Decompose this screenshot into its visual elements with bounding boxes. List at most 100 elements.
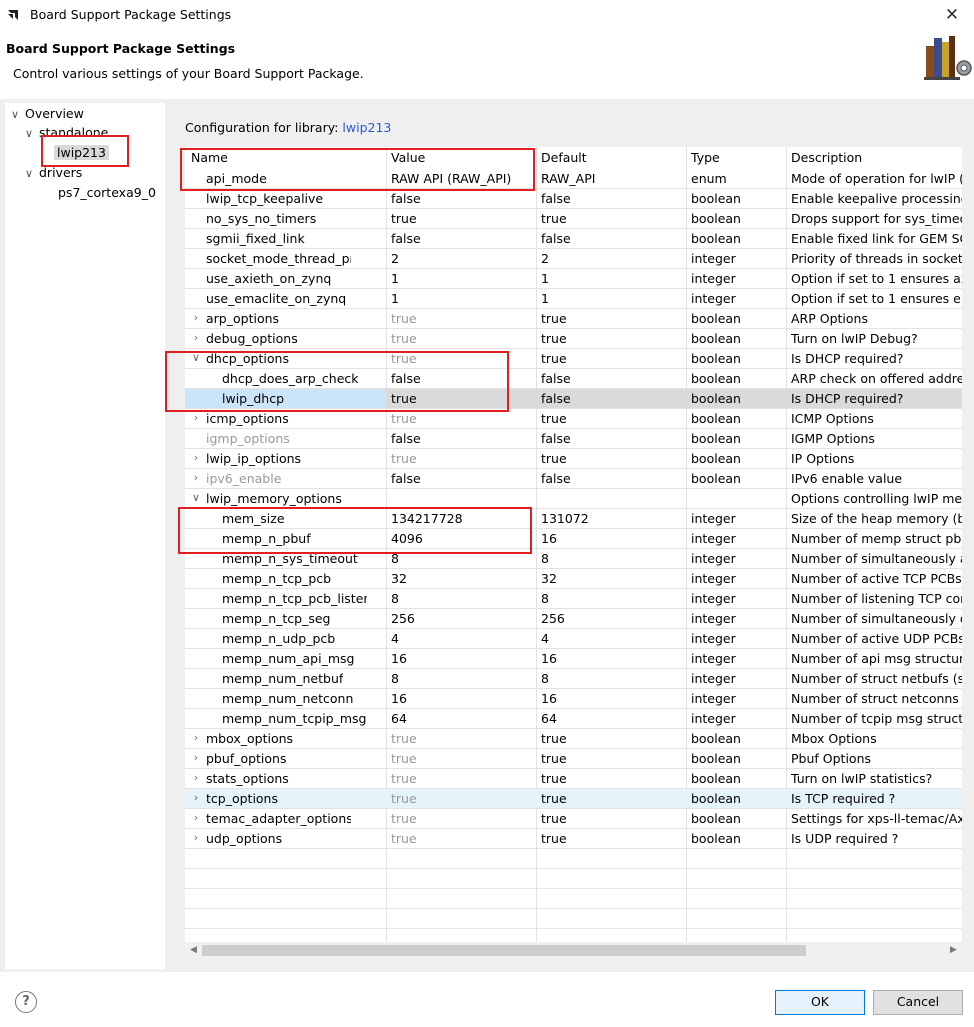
cell-value[interactable]: true [391, 731, 417, 746]
cell-value[interactable]: false [391, 191, 421, 206]
column-header-default[interactable]: Default [541, 150, 587, 165]
horizontal-scrollbar[interactable]: ◀ ▶ [185, 942, 962, 959]
chevron-down-icon[interactable]: ∨ [25, 165, 39, 183]
chevron-down-icon[interactable]: ∨ [190, 351, 202, 364]
chevron-right-icon[interactable]: › [190, 771, 202, 784]
chevron-right-icon[interactable]: › [190, 471, 202, 484]
cell-value[interactable]: 16 [391, 651, 407, 666]
scrollbar-thumb[interactable] [202, 945, 806, 956]
table-row[interactable]: ∨ lwip_memory_options Options controlling … [185, 489, 962, 509]
cell-value[interactable]: true [391, 751, 417, 766]
cell-value[interactable]: 32 [391, 571, 407, 586]
table-row[interactable]: memp_n_udp_pcb 4 4 integer Number of active … [185, 629, 962, 649]
table-row[interactable]: memp_n_pbuf 4096 16 integer Number of memp s… [185, 529, 962, 549]
table-row[interactable]: memp_n_tcp_pcb_listen 8 8 integer Number of … [185, 589, 962, 609]
chevron-right-icon[interactable]: › [190, 331, 202, 344]
chevron-right-icon[interactable]: › [190, 731, 202, 744]
cell-value[interactable]: false [391, 431, 421, 446]
table-row[interactable]: › pbuf_options true true boolean Pbuf Options [185, 749, 962, 769]
table-row[interactable]: › lwip_ip_options true true boolean IP Option… [185, 449, 962, 469]
cell-value[interactable]: 8 [391, 551, 399, 566]
table-row[interactable]: › icmp_options true true boolean ICMP Options [185, 409, 962, 429]
cancel-button[interactable]: Cancel [873, 990, 963, 1015]
cell-value[interactable]: true [391, 311, 417, 326]
column-header-type[interactable]: Type [691, 150, 720, 165]
table-row[interactable]: › tcp_options true true boolean Is TCP requir… [185, 789, 962, 809]
chevron-right-icon[interactable]: › [190, 751, 202, 764]
column-header-description[interactable]: Description [791, 150, 862, 165]
cell-value[interactable]: true [391, 331, 417, 346]
cell-value[interactable]: 4096 [391, 531, 423, 546]
cell-value[interactable]: true [391, 411, 417, 426]
chevron-down-icon[interactable]: ∨ [25, 125, 39, 143]
chevron-down-icon[interactable]: ∨ [190, 491, 202, 504]
library-link[interactable]: lwip213 [342, 120, 391, 135]
table-row[interactable]: › debug_options true true boolean Turn on lwI… [185, 329, 962, 349]
chevron-right-icon[interactable]: › [190, 811, 202, 824]
cell-value[interactable]: true [391, 771, 417, 786]
cell-value[interactable]: true [391, 831, 417, 846]
scroll-left-icon[interactable]: ◀ [185, 943, 202, 958]
cell-value[interactable]: false [391, 471, 421, 486]
cell-value[interactable]: 1 [391, 271, 399, 286]
table-row[interactable]: memp_num_netconn 16 16 integer Number of str… [185, 689, 962, 709]
cell-value[interactable]: 2 [391, 251, 399, 266]
table-row[interactable]: use_axieth_on_zynq 1 1 integer Option if set… [185, 269, 962, 289]
cell-value[interactable]: 256 [391, 611, 415, 626]
cell-value[interactable]: false [391, 231, 421, 246]
tree-item-lwip213[interactable]: lwip213 [54, 144, 109, 162]
table-row[interactable]: memp_n_tcp_pcb 32 32 integer Number of activ… [185, 569, 962, 589]
chevron-right-icon[interactable]: › [190, 451, 202, 464]
cell-value[interactable]: true [391, 451, 417, 466]
cell-value[interactable]: 1 [391, 291, 399, 306]
table-row[interactable]: socket_mode_thread_prio 2 2 integer Priority… [185, 249, 962, 269]
cell-value[interactable]: 8 [391, 671, 399, 686]
chevron-right-icon[interactable]: › [190, 311, 202, 324]
table-row[interactable]: lwip_tcp_keepalive false false boolean Enabl… [185, 189, 962, 209]
tree-item-drivers[interactable]: ∨ drivers [25, 164, 82, 183]
cell-value[interactable]: 16 [391, 691, 407, 706]
chevron-right-icon[interactable]: › [190, 791, 202, 804]
cell-value[interactable]: false [391, 371, 421, 386]
ok-button[interactable]: OK [775, 990, 865, 1015]
tree-item-standalone[interactable]: ∨ standalone [25, 124, 108, 143]
table-row[interactable]: igmp_options false false boolean IGMP Option… [185, 429, 962, 449]
scroll-right-icon[interactable]: ▶ [945, 943, 962, 958]
chevron-right-icon[interactable]: › [190, 831, 202, 844]
close-button[interactable]: ✕ [930, 0, 974, 30]
tree-item-overview[interactable]: ∨ Overview [11, 105, 84, 124]
column-header-value[interactable]: Value [391, 150, 425, 165]
tree-item-ps7-cortexa9-0[interactable]: ps7_cortexa9_0 [58, 184, 156, 202]
table-row[interactable]: mem_size 134217728 131072 integer Size of th… [185, 509, 962, 529]
cell-value[interactable]: true [391, 791, 417, 806]
help-icon[interactable]: ? [15, 991, 37, 1013]
table-row[interactable]: memp_num_netbuf 8 8 integer Number of struct… [185, 669, 962, 689]
cell-value[interactable]: true [391, 211, 417, 226]
chevron-right-icon[interactable]: › [190, 411, 202, 424]
table-row[interactable]: memp_n_tcp_seg 256 256 integer Number of sim… [185, 609, 962, 629]
table-row[interactable]: › udp_options true true boolean Is UDP requir… [185, 829, 962, 849]
cell-value[interactable]: RAW API (RAW_API) [391, 171, 511, 186]
table-row[interactable]: memp_num_tcpip_msg 64 64 integer Number of t… [185, 709, 962, 729]
table-row[interactable]: sgmii_fixed_link false false boolean Enable … [185, 229, 962, 249]
cell-value[interactable]: true [391, 811, 417, 826]
cell-value[interactable]: 8 [391, 591, 399, 606]
cell-value[interactable]: 4 [391, 631, 399, 646]
table-row[interactable]: dhcp_does_arp_check false false boolean ARP … [185, 369, 962, 389]
cell-value[interactable]: true [391, 391, 417, 406]
table-row[interactable]: › stats_options true true boolean Turn on lwI… [185, 769, 962, 789]
table-row[interactable]: no_sys_no_timers true true boolean Drops sup… [185, 209, 962, 229]
table-row[interactable]: › arp_options true true boolean ARP Options [185, 309, 962, 329]
table-row[interactable]: api_mode RAW API (RAW_API) RAW_API enum Mode… [185, 169, 962, 189]
table-row[interactable]: ∨ dhcp_options true true boolean Is DHCP requ… [185, 349, 962, 369]
table-row[interactable]: › mbox_options true true boolean Mbox Options [185, 729, 962, 749]
cell-value[interactable]: 64 [391, 711, 407, 726]
table-row[interactable]: › temac_adapter_options true true boolean Set… [185, 809, 962, 829]
table-row[interactable]: use_emaclite_on_zynq 1 1 integer Option if s… [185, 289, 962, 309]
cell-value[interactable]: 134217728 [391, 511, 463, 526]
table-row[interactable]: lwip_dhcp true false boolean Is DHCP require… [185, 389, 962, 409]
chevron-down-icon[interactable]: ∨ [11, 106, 25, 124]
cell-value[interactable]: true [391, 351, 417, 366]
table-row[interactable]: › ipv6_enable false false boolean IPv6 enable… [185, 469, 962, 489]
column-header-name[interactable]: Name [191, 150, 228, 165]
